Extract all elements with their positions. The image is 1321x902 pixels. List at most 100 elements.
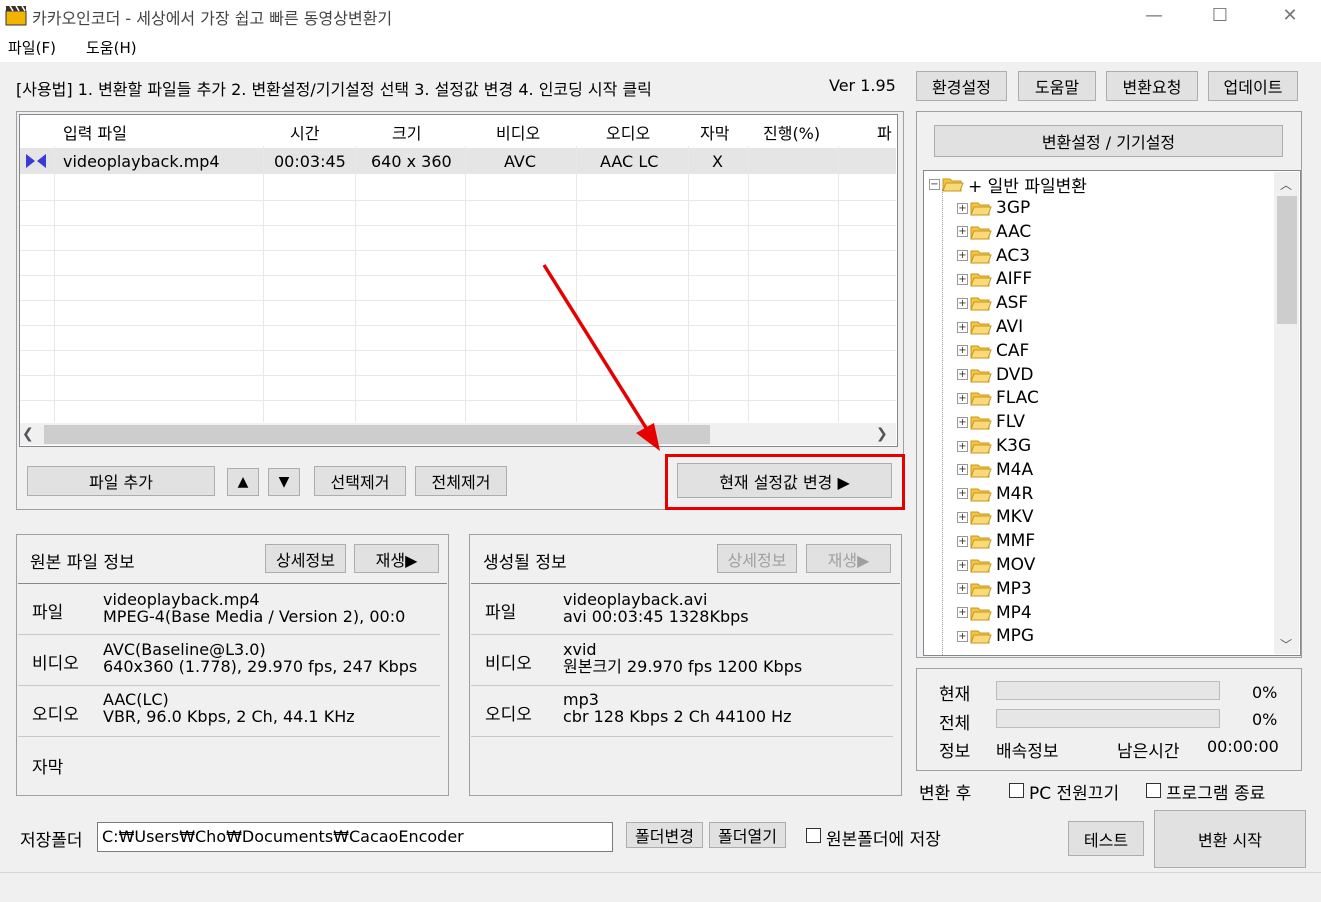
tree-root-general[interactable]: − + 일반 파일변환: [929, 173, 1087, 197]
preferences-button[interactable]: 환경설정: [916, 71, 1007, 101]
update-button[interactable]: 업데이트: [1208, 71, 1298, 101]
pc-shutdown-checkbox[interactable]: [1009, 783, 1024, 798]
column-header-time[interactable]: 시간: [290, 120, 319, 144]
tree-item-format[interactable]: + AAC: [957, 221, 1031, 243]
tree-item-format[interactable]: + MMF: [957, 530, 1035, 552]
tree-item-format[interactable]: + CAF: [957, 340, 1029, 362]
output-detail-button[interactable]: 상세정보: [717, 544, 797, 573]
separator: [18, 634, 440, 635]
remove-all-button[interactable]: 전체제거: [415, 466, 507, 496]
minimize-button[interactable]: —: [1131, 0, 1177, 30]
collapse-icon[interactable]: −: [929, 178, 940, 190]
source-detail-button[interactable]: 상세정보: [265, 544, 346, 573]
column-header-input-file[interactable]: 입력 파일: [63, 120, 127, 144]
output-audio-label: 오디오: [485, 705, 532, 725]
tree-item-format[interactable]: + AC3: [957, 245, 1030, 267]
expand-icon[interactable]: +: [957, 273, 968, 285]
expand-icon[interactable]: +: [957, 464, 968, 476]
grid-line: [54, 146, 55, 422]
expand-icon[interactable]: +: [957, 559, 968, 571]
move-up-button[interactable]: ▲: [227, 468, 259, 496]
expand-icon[interactable]: +: [957, 297, 968, 309]
tree-item-format[interactable]: + M4A: [957, 459, 1033, 481]
expand-icon[interactable]: +: [957, 583, 968, 595]
expand-icon[interactable]: +: [957, 440, 968, 452]
expand-icon[interactable]: +: [957, 630, 968, 642]
column-header-audio[interactable]: 오디오: [606, 120, 650, 144]
menu-help[interactable]: 도움(H): [86, 37, 137, 58]
tree-item-format[interactable]: + AVI: [957, 316, 1023, 338]
expand-icon[interactable]: +: [957, 321, 968, 333]
tree-item-format[interactable]: + MP4: [957, 602, 1032, 624]
add-file-button[interactable]: 파일 추가: [27, 466, 215, 496]
tree-item-label: FLV: [996, 412, 1026, 433]
test-button[interactable]: 테스트: [1068, 821, 1144, 856]
tree-item-format[interactable]: + FLAC: [957, 387, 1039, 409]
grid-line: [688, 146, 689, 422]
close-button[interactable]: ✕: [1267, 0, 1313, 30]
conversion-device-settings-button[interactable]: 변환설정 / 기기설정: [934, 125, 1283, 157]
tree-item-format[interactable]: +3GP: [957, 197, 1030, 219]
request-conversion-button[interactable]: 변환요청: [1106, 71, 1198, 101]
tree-item-format[interactable]: + MPG: [957, 625, 1034, 647]
tree-item-format[interactable]: + AIFF: [957, 268, 1032, 290]
remove-selected-button[interactable]: 선택제거: [314, 466, 406, 496]
start-conversion-button[interactable]: 변환 시작: [1154, 810, 1306, 868]
expand-icon[interactable]: +: [957, 345, 968, 357]
save-folder-path-input[interactable]: C:₩Users₩Cho₩Documents₩CacaoEncoder: [97, 822, 613, 852]
tree-item-format[interactable]: + FLV: [957, 411, 1025, 433]
scroll-thumb[interactable]: [1277, 196, 1297, 324]
column-header-size[interactable]: 크기: [392, 120, 421, 144]
tree-item-label: K3G: [996, 436, 1032, 456]
folder-open-icon: [970, 297, 992, 311]
version-label: Ver 1.95: [829, 76, 896, 95]
tree-item-format[interactable]: + K3G: [957, 435, 1031, 457]
scroll-right-icon[interactable]: ❯: [876, 426, 888, 442]
grid-line: [20, 275, 896, 276]
expand-icon[interactable]: +: [957, 488, 968, 500]
tree-item-format[interactable]: + MKV: [957, 506, 1033, 528]
folder-open-icon: [970, 392, 992, 406]
open-folder-button[interactable]: 폴더열기: [709, 822, 786, 848]
tree-item-label: MP4: [996, 602, 1032, 623]
folder-open-icon: [970, 535, 992, 549]
tree-item-format[interactable]: + DVD: [957, 364, 1034, 386]
column-header-extra[interactable]: 파: [877, 120, 892, 144]
tree-item-label: DVD: [996, 364, 1034, 385]
expand-icon[interactable]: +: [957, 226, 968, 238]
folder-open-icon: [970, 416, 992, 430]
expand-icon[interactable]: +: [957, 250, 968, 262]
column-header-video[interactable]: 비디오: [496, 120, 540, 144]
tree-item-format[interactable]: + MOV: [957, 554, 1035, 576]
source-info-title: 원본 파일 정보: [30, 553, 135, 573]
scroll-down-icon[interactable]: ﹀: [1280, 636, 1292, 653]
tree-item-format[interactable]: + ASF: [957, 292, 1028, 314]
output-play-button[interactable]: 재생▶: [806, 544, 891, 573]
menu-file[interactable]: 파일(F): [8, 37, 56, 58]
status-bar-divider: [0, 872, 1321, 873]
expand-icon[interactable]: +: [957, 369, 968, 381]
expand-icon[interactable]: +: [957, 416, 968, 428]
tree-item-format[interactable]: + M4R: [957, 483, 1033, 505]
folder-open-icon: [970, 440, 992, 454]
column-header-progress[interactable]: 진행(%): [763, 120, 820, 144]
expand-icon[interactable]: +: [957, 535, 968, 547]
change-folder-button[interactable]: 폴더변경: [626, 822, 703, 848]
save-to-source-checkbox[interactable]: [806, 828, 821, 843]
scroll-up-icon[interactable]: ︿: [1280, 176, 1292, 193]
move-down-button[interactable]: ▼: [268, 468, 300, 496]
tree-item-label: M4R: [996, 483, 1034, 504]
expand-icon[interactable]: +: [957, 202, 968, 214]
tree-item-format[interactable]: + MP3: [957, 578, 1032, 600]
source-play-button[interactable]: 재생▶: [354, 544, 439, 573]
folder-open-icon: [970, 583, 992, 597]
expand-icon[interactable]: +: [957, 392, 968, 404]
column-header-subtitle[interactable]: 자막: [700, 120, 729, 144]
expand-icon[interactable]: +: [957, 607, 968, 619]
help-button[interactable]: 도움말: [1018, 71, 1096, 101]
scroll-left-icon[interactable]: ❮: [22, 426, 34, 442]
expand-icon[interactable]: +: [957, 511, 968, 523]
remaining-time-value: 00:00:00: [1207, 737, 1279, 756]
exit-program-checkbox[interactable]: [1146, 783, 1161, 798]
maximize-button[interactable]: ☐: [1197, 0, 1243, 30]
